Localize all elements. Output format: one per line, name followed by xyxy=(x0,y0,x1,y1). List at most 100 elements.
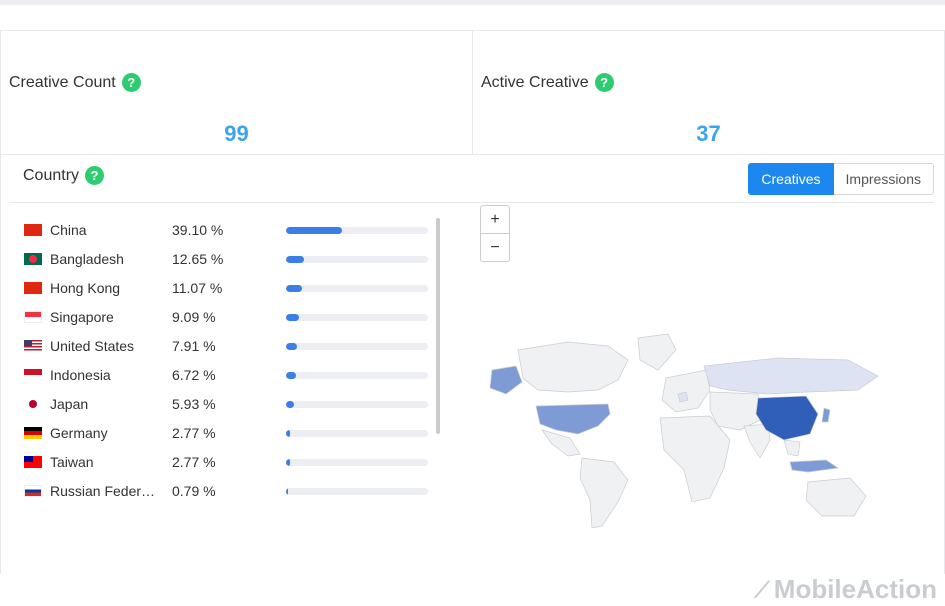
share-bar xyxy=(286,285,428,292)
map-europe xyxy=(661,369,711,413)
map-south-america xyxy=(579,457,629,529)
map-asia-west xyxy=(709,391,761,431)
map-southeast-asia xyxy=(783,439,801,457)
list-scrollbar[interactable] xyxy=(436,218,440,434)
country-percent: 39.10 % xyxy=(172,222,224,238)
list-item[interactable]: Taiwan 2.77 % xyxy=(24,452,444,472)
metric-toggle: Creatives Impressions xyxy=(748,163,934,195)
help-icon[interactable]: ? xyxy=(594,73,614,92)
zoom-in-button[interactable]: + xyxy=(481,206,509,234)
share-bar-fill xyxy=(286,459,290,466)
share-bar-fill xyxy=(286,343,298,350)
map-africa xyxy=(659,415,731,503)
map-alaska xyxy=(489,365,523,395)
country-name: Russian Feder… xyxy=(50,483,156,499)
map-zoom-controls: + − xyxy=(480,205,510,262)
share-bar xyxy=(286,372,428,379)
share-bar-fill xyxy=(286,430,290,437)
china-flag-icon xyxy=(24,224,42,236)
list-item[interactable]: Bangladesh 12.65 % xyxy=(24,249,444,269)
top-strip xyxy=(0,0,945,5)
country-percent: 5.93 % xyxy=(172,396,216,412)
map-japan xyxy=(821,407,831,423)
japan-flag-icon xyxy=(24,398,42,410)
country-name: Japan xyxy=(50,396,89,412)
mobileaction-watermark: ⟋ MobileAction xyxy=(754,574,937,605)
zoom-out-button[interactable]: − xyxy=(481,234,509,261)
help-icon[interactable]: ? xyxy=(85,166,105,185)
germany-flag-icon xyxy=(24,427,42,439)
country-name: Bangladesh xyxy=(50,251,124,267)
creatives-toggle-button[interactable]: Creatives xyxy=(748,163,834,195)
share-bar xyxy=(286,401,428,408)
list-item[interactable]: Russian Feder… 0.79 % xyxy=(24,481,444,501)
map-canada xyxy=(517,341,629,393)
country-percent: 0.79 % xyxy=(172,483,216,499)
creative-count-label: Creative Count xyxy=(9,73,116,91)
country-percent: 9.09 % xyxy=(172,309,216,325)
map-australia xyxy=(805,477,867,517)
share-bar-fill xyxy=(286,227,342,234)
country-name: Singapore xyxy=(50,309,114,325)
share-bar xyxy=(286,343,428,350)
active-creative-card: Active Creative ? 37 xyxy=(472,30,945,155)
share-bar-fill xyxy=(286,285,302,292)
share-bar xyxy=(286,430,428,437)
share-bar xyxy=(286,227,428,234)
country-percent: 11.07 % xyxy=(172,280,223,296)
indonesia-flag-icon xyxy=(24,369,42,381)
active-creative-value: 37 xyxy=(696,121,721,146)
list-item[interactable]: Indonesia 6.72 % xyxy=(24,365,444,385)
list-item[interactable]: Germany 2.77 % xyxy=(24,423,444,443)
map-indonesia xyxy=(789,459,839,473)
singapore-flag-icon xyxy=(24,311,42,323)
share-bar-fill xyxy=(286,372,296,379)
map-mexico xyxy=(541,429,581,457)
share-bar xyxy=(286,459,428,466)
share-bar-fill xyxy=(286,314,299,321)
country-percent: 6.72 % xyxy=(172,367,216,383)
creative-count-value: 99 xyxy=(224,121,249,146)
share-bar-fill xyxy=(286,401,295,408)
section-divider xyxy=(9,202,934,203)
impressions-toggle-button[interactable]: Impressions xyxy=(833,163,934,195)
map-greenland xyxy=(637,333,677,371)
united-states-flag-icon xyxy=(24,340,42,352)
hong-kong-flag-icon xyxy=(24,282,42,294)
country-name: United States xyxy=(50,338,135,354)
share-bar-fill xyxy=(286,488,288,495)
country-title-label: Country xyxy=(23,166,80,184)
country-percent: 7.91 % xyxy=(172,338,216,354)
country-name: Taiwan xyxy=(50,454,94,470)
country-section-title: Country ? xyxy=(23,166,105,185)
share-bar xyxy=(286,488,428,495)
list-item[interactable]: Japan 5.93 % xyxy=(24,394,444,414)
map-germany xyxy=(677,391,689,403)
share-bar xyxy=(286,256,428,263)
watermark-text: MobileAction xyxy=(773,574,937,604)
map-russia xyxy=(703,357,879,395)
mobileaction-logo-icon: ⟋ xyxy=(754,576,770,602)
country-name: Germany xyxy=(50,425,108,441)
world-map[interactable] xyxy=(478,330,888,535)
active-creative-label: Active Creative xyxy=(481,73,589,91)
bangladesh-flag-icon xyxy=(24,253,42,265)
help-icon[interactable]: ? xyxy=(121,73,141,92)
list-item[interactable]: China 39.10 % xyxy=(24,220,444,240)
active-creative-title: Active Creative ? xyxy=(481,73,614,92)
list-item[interactable]: United States 7.91 % xyxy=(24,336,444,356)
country-name: Indonesia xyxy=(50,367,111,383)
country-name: Hong Kong xyxy=(50,280,121,296)
list-item[interactable]: Singapore 9.09 % xyxy=(24,307,444,327)
country-name: China xyxy=(50,222,87,238)
map-united-states xyxy=(535,403,611,435)
creative-count-card: Creative Count ? 99 xyxy=(0,30,473,155)
creative-count-title: Creative Count ? xyxy=(9,73,141,92)
country-percent: 12.65 % xyxy=(172,251,224,267)
country-percent: 2.77 % xyxy=(172,425,216,441)
share-bar xyxy=(286,314,428,321)
share-bar-fill xyxy=(286,256,304,263)
taiwan-flag-icon xyxy=(24,456,42,468)
list-item[interactable]: Hong Kong 11.07 % xyxy=(24,278,444,298)
russia-flag-icon xyxy=(24,485,42,497)
